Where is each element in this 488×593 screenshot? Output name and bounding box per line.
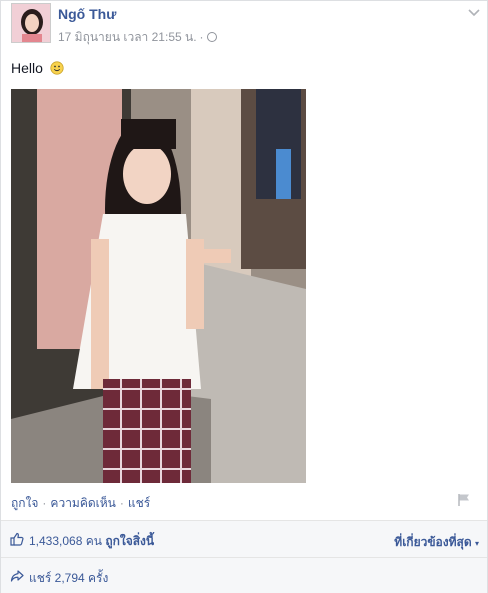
status-text: Hello bbox=[11, 60, 43, 76]
likes-label: ถูกใจสิ่งนี้ bbox=[105, 534, 155, 548]
globe-icon[interactable] bbox=[206, 32, 217, 42]
shares-summary: แชร์ 2,794 ครั้ง bbox=[1, 557, 487, 593]
sort-dropdown[interactable]: ที่เกี่ยวข้องที่สุด ▾ bbox=[394, 533, 479, 552]
chevron-down-icon[interactable] bbox=[467, 5, 481, 19]
author-name[interactable]: Ngố Thư bbox=[58, 6, 116, 22]
post-header: Ngố Thư 17 มิถุนายน เวลา 21:55 น. · bbox=[11, 3, 481, 45]
post-photo[interactable] bbox=[11, 89, 306, 483]
author-avatar[interactable] bbox=[11, 3, 51, 43]
post-status: Hello bbox=[11, 60, 64, 76]
post-actions: ถูกใจ · ความคิดเห็น · แชร์ bbox=[11, 494, 150, 513]
like-link[interactable]: ถูกใจ bbox=[11, 496, 38, 510]
comment-link[interactable]: ความคิดเห็น bbox=[50, 496, 115, 510]
action-separator: · bbox=[42, 496, 47, 510]
flag-icon[interactable] bbox=[457, 493, 471, 507]
meta-separator: · bbox=[199, 30, 204, 44]
sort-label: ที่เกี่ยวข้องที่สุด bbox=[394, 535, 472, 549]
smiley-icon bbox=[50, 61, 64, 75]
caret-down-icon: ▾ bbox=[474, 539, 479, 548]
likes-summary: 1,433,068 คน ถูกใจสิ่งนี้ ที่เกี่ยวข้องท… bbox=[1, 520, 487, 557]
post-meta: 17 มิถุนายน เวลา 21:55 น. · bbox=[58, 28, 217, 47]
shares-count-link[interactable]: แชร์ 2,794 ครั้ง bbox=[29, 569, 108, 588]
post-card: Ngố Thư 17 มิถุนายน เวลา 21:55 น. · Hello bbox=[0, 0, 488, 593]
thumbs-up-icon bbox=[10, 532, 24, 546]
likes-count: 1,433,068 bbox=[29, 534, 83, 548]
share-arrow-icon bbox=[10, 570, 24, 582]
action-separator: · bbox=[119, 496, 124, 510]
likes-unit: คน bbox=[85, 534, 102, 548]
likes-count-text[interactable]: 1,433,068 คน ถูกใจสิ่งนี้ bbox=[29, 532, 154, 551]
post-timestamp[interactable]: 17 มิถุนายน เวลา 21:55 น. bbox=[58, 30, 197, 44]
share-link[interactable]: แชร์ bbox=[128, 496, 150, 510]
